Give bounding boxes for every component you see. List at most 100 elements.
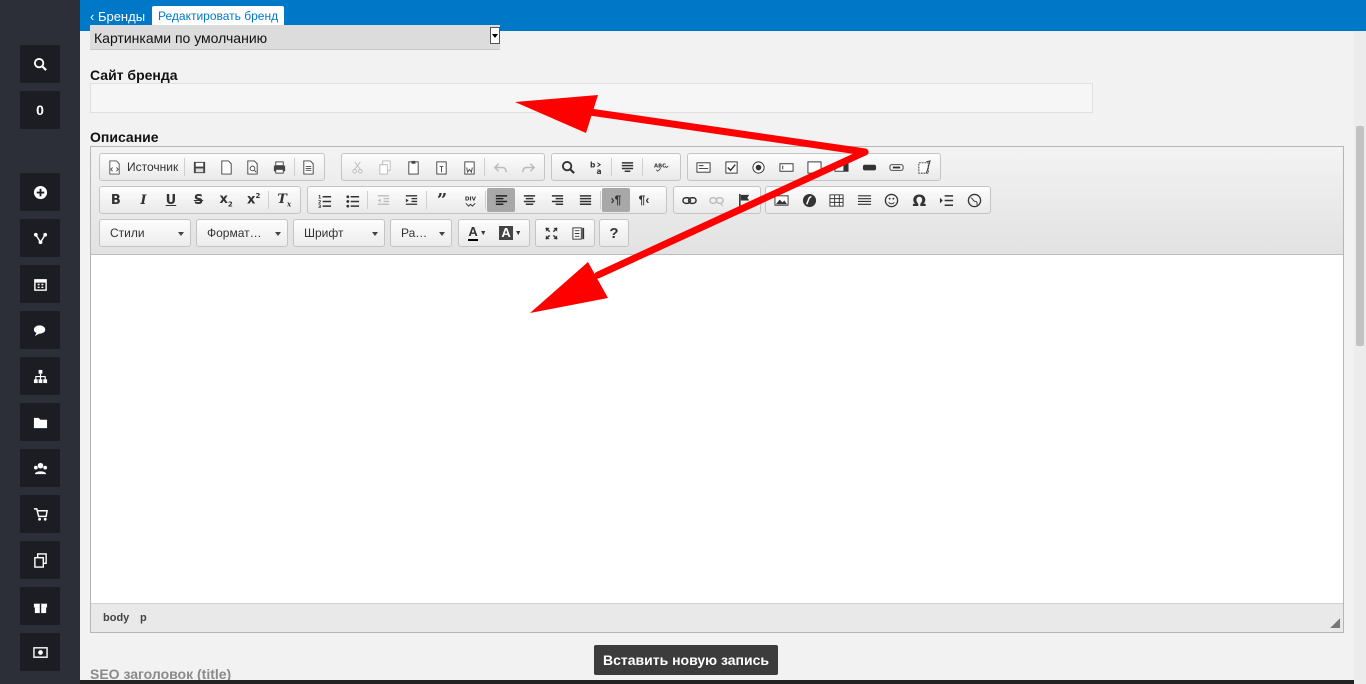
remove-format-button[interactable]: Tx xyxy=(270,188,298,212)
sidebar-counter-button[interactable]: 0 xyxy=(20,91,60,129)
iframe-button[interactable] xyxy=(961,188,989,212)
sidebar-cart-button[interactable] xyxy=(20,495,60,533)
new-page-icon xyxy=(220,159,232,175)
styles-dropdown[interactable]: Стили xyxy=(99,219,191,247)
flash-button[interactable] xyxy=(796,188,824,212)
sidebar-hierarchy-button[interactable] xyxy=(20,357,60,395)
sidebar-money-button[interactable] xyxy=(20,633,60,671)
undo-button[interactable] xyxy=(486,155,514,179)
font-dropdown[interactable]: Шрифт xyxy=(293,219,385,247)
sidebar-copy-button[interactable] xyxy=(20,541,60,579)
paste-text-button[interactable] xyxy=(428,155,456,179)
numbered-list-button[interactable]: 123 xyxy=(310,188,338,212)
sidebar-gift-button[interactable] xyxy=(20,587,60,625)
unlink-button[interactable] xyxy=(703,188,730,212)
rtl-button[interactable]: ¶‹ xyxy=(630,188,658,212)
link-button[interactable] xyxy=(676,188,703,212)
sidebar-structure-button[interactable] xyxy=(20,219,60,257)
redo-button[interactable] xyxy=(514,155,542,179)
save-button[interactable] xyxy=(186,155,213,179)
toolbar-group-about: ? xyxy=(599,219,629,247)
show-blocks-button[interactable] xyxy=(565,221,592,245)
underline-button[interactable]: U xyxy=(157,188,185,212)
button-field-button[interactable] xyxy=(855,155,883,179)
indent-button[interactable] xyxy=(397,188,425,212)
format-dropdown[interactable]: Формат… xyxy=(196,219,288,247)
radio-button[interactable] xyxy=(745,155,773,179)
bold-button[interactable]: B xyxy=(102,188,130,212)
anchor-button[interactable] xyxy=(731,188,758,212)
image-mode-select[interactable]: Картинками по умолчанию xyxy=(90,25,500,50)
align-justify-button[interactable] xyxy=(571,188,599,212)
italic-button[interactable]: I xyxy=(130,188,158,212)
form-button[interactable] xyxy=(690,155,718,179)
gift-icon xyxy=(33,603,47,613)
checkbox-button[interactable] xyxy=(718,155,746,179)
sidebar-folder-button[interactable] xyxy=(20,403,60,441)
copy-button[interactable] xyxy=(372,155,400,179)
superscript-icon: x2 xyxy=(247,192,261,208)
strike-button[interactable]: S xyxy=(185,188,213,212)
path-body[interactable]: body xyxy=(103,612,129,624)
align-left-button[interactable] xyxy=(487,188,515,212)
bulleted-list-button[interactable] xyxy=(338,188,366,212)
table-button[interactable] xyxy=(823,188,851,212)
vertical-scrollbar[interactable] xyxy=(1354,31,1366,684)
print-button[interactable] xyxy=(266,155,293,179)
resize-handle[interactable] xyxy=(1330,618,1340,628)
image-button-field-button[interactable] xyxy=(883,155,911,179)
chevron-down-icon[interactable] xyxy=(490,27,500,44)
select-field-button[interactable] xyxy=(828,155,856,179)
paste-word-button[interactable] xyxy=(455,155,483,179)
sidebar-search-button[interactable] xyxy=(20,45,60,83)
sidebar-comments-button[interactable] xyxy=(20,311,60,349)
cut-button[interactable] xyxy=(344,155,372,179)
font-size-dropdown[interactable]: Ра… xyxy=(390,219,452,247)
special-char-button[interactable]: Ω xyxy=(906,188,934,212)
site-input[interactable] xyxy=(90,83,1093,113)
select-all-button[interactable] xyxy=(613,155,641,179)
image-button[interactable] xyxy=(768,188,796,212)
paste-button[interactable] xyxy=(400,155,428,179)
bottom-edge xyxy=(80,680,1354,684)
textarea-button[interactable] xyxy=(800,155,828,179)
blockquote-button[interactable]: ” xyxy=(428,188,456,212)
breadcrumb-back-link[interactable]: ‹ Бренды xyxy=(90,9,145,24)
text-color-button[interactable]: A ▼ xyxy=(461,221,494,245)
bg-color-button[interactable]: A ▼ xyxy=(494,221,527,245)
left-sidebar: 0 xyxy=(0,0,80,684)
text-field-button[interactable] xyxy=(773,155,801,179)
align-right-button[interactable] xyxy=(543,188,571,212)
hidden-field-button[interactable] xyxy=(911,155,939,179)
insert-record-button[interactable]: Вставить новую запись xyxy=(594,645,778,675)
page-break-button[interactable] xyxy=(933,188,961,212)
sidebar-users-button[interactable] xyxy=(20,449,60,487)
spellcheck-button[interactable]: ABC xyxy=(644,155,678,179)
sidebar-calendar-button[interactable] xyxy=(20,265,60,303)
editor-content-area[interactable] xyxy=(91,255,1343,604)
horizontal-rule-button[interactable] xyxy=(851,188,879,212)
ltr-button[interactable]: ›¶ xyxy=(602,188,630,212)
help-button[interactable]: ? xyxy=(602,221,626,245)
scrollbar-thumb[interactable] xyxy=(1356,126,1364,346)
replace-button[interactable]: ba xyxy=(582,155,610,179)
superscript-button[interactable]: x2 xyxy=(240,188,268,212)
smiley-button[interactable] xyxy=(878,188,906,212)
outdent-button[interactable] xyxy=(369,188,397,212)
align-center-button[interactable] xyxy=(515,188,543,212)
source-button[interactable]: Источник xyxy=(102,155,183,179)
rtl-icon: ¶‹ xyxy=(638,193,650,207)
maximize-button[interactable] xyxy=(538,221,565,245)
path-p[interactable]: p xyxy=(140,612,147,624)
toolbar-group-editing: ba ABC xyxy=(551,153,681,181)
new-page-button[interactable] xyxy=(213,155,240,179)
preview-button[interactable] xyxy=(239,155,266,179)
subscript-button[interactable]: x2 xyxy=(212,188,240,212)
bulleted-list-icon xyxy=(345,194,359,208)
create-div-button[interactable]: DIV xyxy=(456,188,484,212)
find-button[interactable] xyxy=(554,155,582,179)
chevron-down-icon: ▼ xyxy=(479,229,487,237)
sidebar-add-button[interactable] xyxy=(20,173,60,211)
templates-button[interactable] xyxy=(295,155,322,179)
svg-text:DIV: DIV xyxy=(464,196,476,202)
